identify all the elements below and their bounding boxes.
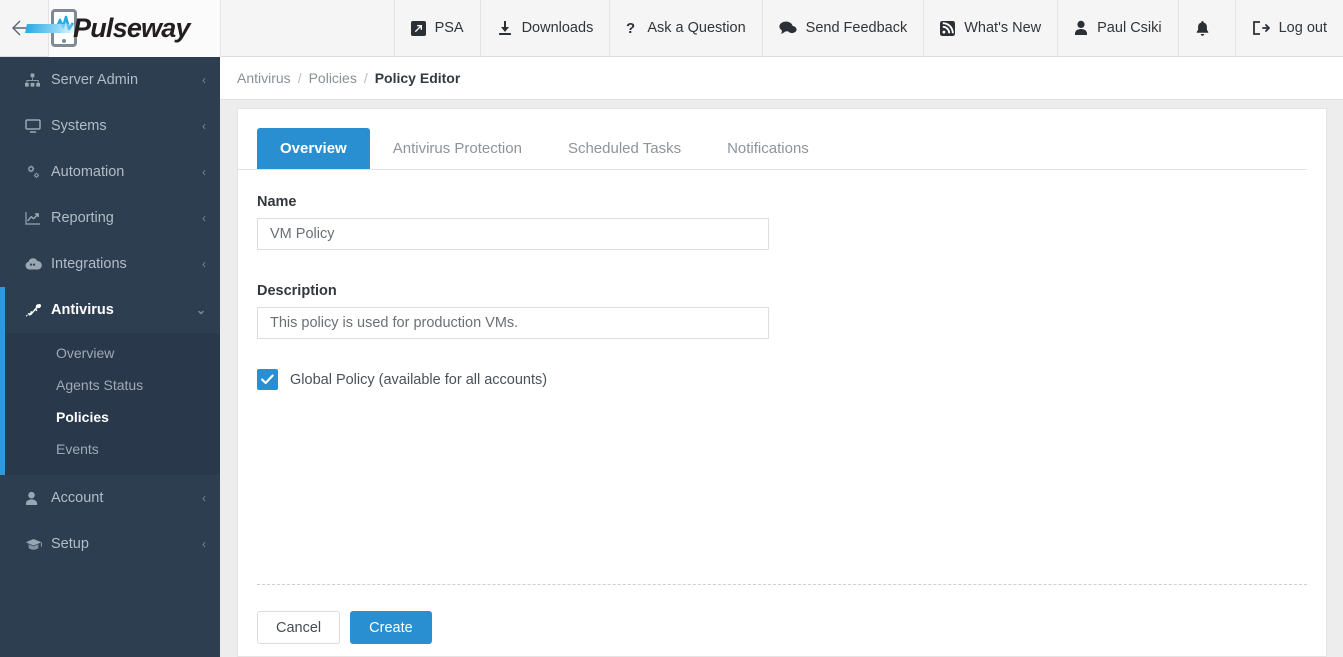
gears-icon — [25, 164, 49, 180]
sidebar-item-events[interactable]: Events — [0, 433, 220, 465]
sidebar: Server Admin ‹ Systems ‹ Automation ‹ Re… — [0, 57, 220, 657]
pulseway-wordmark: Pulseway — [73, 12, 190, 43]
user-icon — [25, 491, 49, 506]
tab-overview[interactable]: Overview — [257, 128, 370, 169]
tab-scheduled-tasks[interactable]: Scheduled Tasks — [545, 128, 704, 169]
footer-actions: Cancel Create — [257, 611, 432, 644]
chevron-left-icon: ‹ — [202, 165, 206, 179]
sidebar-submenu-antivirus: Overview Agents Status Policies Events — [0, 333, 220, 475]
top-navigation-bar: Pulseway PSA Downloads ? Ask a Question — [0, 0, 1343, 57]
nav-item-psa[interactable]: PSA — [393, 0, 480, 57]
sidebar-item-setup[interactable]: Setup ‹ — [0, 521, 220, 567]
breadcrumb-antivirus[interactable]: Antivirus — [237, 70, 291, 86]
sidebar-item-account[interactable]: Account ‹ — [0, 475, 220, 521]
sidebar-item-agents-status[interactable]: Agents Status — [0, 369, 220, 401]
top-nav-items: PSA Downloads ? Ask a Question Send Feed… — [393, 0, 1343, 57]
nav-item-log-out[interactable]: Log out — [1234, 0, 1343, 57]
global-policy-label: Global Policy (available for all account… — [290, 371, 548, 388]
chevron-left-icon: ‹ — [202, 73, 206, 87]
download-icon — [497, 20, 513, 36]
sidebar-item-automation[interactable]: Automation ‹ — [0, 149, 220, 195]
description-label: Description — [257, 283, 337, 299]
nav-item-user-account[interactable]: Paul Csiki — [1057, 0, 1177, 57]
sidebar-item-policies[interactable]: Policies — [0, 401, 220, 433]
footer-divider — [257, 584, 1307, 585]
cloud-icon — [25, 258, 49, 270]
policy-form: Name VM Policy Description This policy i… — [238, 170, 1326, 390]
global-policy-row: Global Policy (available for all account… — [257, 369, 1326, 390]
nav-item-send-feedback[interactable]: Send Feedback — [761, 0, 924, 57]
form-spacer — [257, 250, 1326, 283]
sidebar-item-antivirus[interactable]: Antivirus ⌄ — [0, 287, 220, 333]
chevron-left-icon: ‹ — [202, 491, 206, 505]
nav-label-send-feedback: Send Feedback — [805, 20, 908, 36]
nav-label-ask-a-question: Ask a Question — [647, 20, 746, 36]
sidebar-label-setup: Setup — [51, 536, 89, 552]
user-icon — [1074, 20, 1088, 36]
chevron-left-icon: ‹ — [202, 537, 206, 551]
policy-editor-card: Overview Antivirus Protection Scheduled … — [237, 108, 1327, 657]
question-mark-icon: ? — [626, 20, 638, 36]
sidebar-item-server-admin[interactable]: Server Admin ‹ — [0, 57, 220, 103]
breadcrumb-policies[interactable]: Policies — [309, 70, 357, 86]
sidebar-label-systems: Systems — [51, 118, 107, 134]
logout-icon — [1252, 20, 1270, 36]
nav-item-notifications[interactable] — [1177, 0, 1235, 57]
comment-icon — [779, 20, 797, 36]
policy-editor-tabs: Overview Antivirus Protection Scheduled … — [238, 109, 1307, 170]
sidebar-label-server-admin: Server Admin — [51, 72, 139, 88]
sidebar-item-systems[interactable]: Systems ‹ — [0, 103, 220, 149]
global-policy-checkbox[interactable] — [257, 369, 278, 390]
breadcrumb-separator: / — [363, 70, 368, 86]
shield-virus-icon — [25, 303, 49, 318]
sidebar-label-events: Events — [56, 441, 99, 457]
chevron-left-icon: ‹ — [202, 119, 206, 133]
breadcrumb-policy-editor: Policy Editor — [374, 70, 461, 86]
breadcrumb-separator: / — [297, 70, 302, 86]
sidebar-item-overview[interactable]: Overview — [0, 337, 220, 369]
pulseway-swoosh-icon — [25, 24, 79, 33]
cancel-button[interactable]: Cancel — [257, 611, 341, 644]
chart-line-icon — [25, 211, 49, 225]
nav-label-user-account: Paul Csiki — [1097, 20, 1162, 36]
nav-label-psa: PSA — [434, 20, 464, 36]
sidebar-label-automation: Automation — [51, 164, 125, 180]
sidebar-item-reporting[interactable]: Reporting ‹ — [0, 195, 220, 241]
bell-icon — [1195, 20, 1210, 37]
breadcrumb: Antivirus / Policies / Policy Editor — [220, 57, 1343, 100]
sidebar-item-integrations[interactable]: Integrations ‹ — [0, 241, 220, 287]
nav-item-whats-new[interactable]: What's New — [923, 0, 1057, 57]
chevron-left-icon: ‹ — [202, 257, 206, 271]
tab-notifications[interactable]: Notifications — [704, 128, 832, 169]
sidebar-label-overview: Overview — [56, 345, 115, 361]
svg-text:?: ? — [626, 20, 635, 36]
nav-label-log-out: Log out — [1278, 20, 1327, 36]
tab-antivirus-protection[interactable]: Antivirus Protection — [370, 128, 545, 169]
sidebar-label-account: Account — [51, 490, 104, 506]
main-content: Antivirus / Policies / Policy Editor Ove… — [220, 57, 1343, 657]
name-label: Name — [257, 194, 297, 210]
graduation-cap-icon — [25, 538, 49, 551]
sidebar-label-antivirus: Antivirus — [51, 302, 114, 318]
name-input[interactable]: VM Policy — [257, 218, 769, 250]
sidebar-label-agents-status: Agents Status — [56, 377, 144, 393]
create-button[interactable]: Create — [350, 611, 432, 644]
external-link-icon — [410, 20, 426, 36]
rss-icon — [940, 20, 956, 36]
nav-label-downloads: Downloads — [521, 20, 594, 36]
chevron-down-icon: ⌄ — [195, 303, 206, 317]
sidebar-label-integrations: Integrations — [51, 256, 127, 272]
nav-item-ask-a-question[interactable]: ? Ask a Question — [609, 0, 761, 57]
sidebar-label-policies: Policies — [56, 409, 109, 425]
nav-item-downloads[interactable]: Downloads — [479, 0, 610, 57]
monitor-icon — [25, 119, 49, 133]
sidebar-label-reporting: Reporting — [51, 210, 114, 226]
description-input[interactable]: This policy is used for production VMs. — [257, 307, 769, 339]
chevron-left-icon: ‹ — [202, 211, 206, 225]
sitemap-icon — [25, 73, 49, 87]
checkmark-icon — [261, 374, 274, 385]
nav-label-whats-new: What's New — [964, 20, 1042, 36]
pulseway-logo[interactable]: Pulseway — [25, 0, 221, 57]
